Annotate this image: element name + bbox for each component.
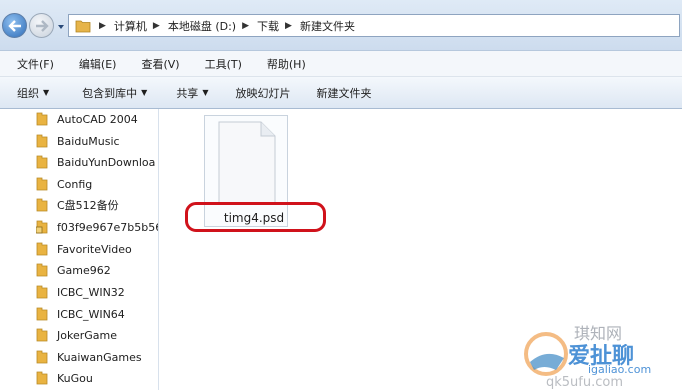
- folder-icon: [36, 198, 48, 212]
- locked-folder-icon: [36, 220, 48, 234]
- tree-item-label: JokerGame: [57, 328, 117, 342]
- folder-icon: [36, 285, 48, 299]
- include-in-library-label: 包含到库中: [82, 86, 138, 100]
- folder-icon: [36, 155, 48, 169]
- folder-icon: [36, 307, 48, 321]
- chevron-right-icon[interactable]: ▶: [153, 21, 160, 31]
- tree-item[interactable]: KuGou: [36, 368, 93, 388]
- share-label: 共享: [176, 86, 199, 100]
- tree-item[interactable]: FavoriteVideo: [36, 239, 132, 259]
- tree-item-label: KuGou: [57, 371, 93, 385]
- folder-icon: [36, 242, 48, 256]
- folder-icon: [36, 328, 48, 342]
- menu-bar: 文件(F) 编辑(E) 查看(V) 工具(T) 帮助(H): [0, 51, 682, 77]
- menu-tools[interactable]: 工具(T): [187, 56, 249, 72]
- share-button[interactable]: 共享 ▼: [147, 85, 208, 101]
- tree-item[interactable]: C盘512备份: [36, 195, 119, 215]
- watermark-url-text: igaliao.com: [588, 363, 652, 376]
- tree-item[interactable]: Config: [36, 174, 92, 194]
- menu-view[interactable]: 查看(V): [123, 56, 186, 72]
- tree-item[interactable]: BaiduMusic: [36, 131, 120, 151]
- tree-item-label: BaiduYunDownloa: [57, 155, 156, 169]
- tree-item-label: ICBC_WIN64: [57, 307, 125, 321]
- tree-item-label: Game962: [57, 263, 111, 277]
- tree-item[interactable]: JokerGame: [36, 325, 117, 345]
- tree-item-label: Config: [57, 177, 93, 191]
- recent-pages-dropdown[interactable]: [56, 22, 66, 32]
- tree-item[interactable]: AutoCAD 2004: [36, 109, 138, 129]
- organize-label: 组织: [17, 86, 39, 100]
- watermark-logo-icon: [524, 332, 568, 376]
- tree-item[interactable]: ICBC_WIN32: [36, 282, 125, 302]
- folder-icon: [36, 112, 48, 126]
- tree-item[interactable]: KuaiwanGames: [36, 347, 142, 367]
- new-folder-button[interactable]: 新建文件夹: [290, 85, 371, 101]
- tree-item[interactable]: Game962: [36, 260, 111, 280]
- organize-button[interactable]: 组织 ▼: [0, 85, 49, 101]
- watermark-site-text: 琪知网: [574, 324, 623, 343]
- breadcrumb-local-disk-d[interactable]: 本地磁盘 (D:): [166, 15, 238, 36]
- slideshow-button[interactable]: 放映幻灯片: [208, 85, 290, 101]
- breadcrumb-computer[interactable]: 计算机: [112, 15, 149, 36]
- folder-icon: [36, 134, 48, 148]
- arrow-left-icon: [7, 19, 21, 32]
- watermark-brand-text: 爱扯聊: [568, 344, 635, 369]
- menu-edit[interactable]: 编辑(E): [61, 56, 124, 72]
- tree-item-label: KuaiwanGames: [57, 350, 142, 364]
- tree-item-label: AutoCAD 2004: [57, 112, 138, 126]
- folder-icon: [36, 371, 48, 385]
- chevron-right-icon[interactable]: ▶: [99, 21, 106, 31]
- tree-item[interactable]: f03f9e967e7b5b56: [36, 217, 159, 237]
- command-bar: 组织 ▼ 包含到库中 ▼ 共享 ▼ 放映幻灯片 新建文件夹: [0, 77, 682, 109]
- include-in-library-button[interactable]: 包含到库中 ▼: [49, 85, 147, 101]
- back-button[interactable]: [2, 13, 27, 38]
- navigation-pane[interactable]: AutoCAD 2004 BaiduMusic BaiduYunDownloa …: [0, 109, 159, 390]
- tree-item-label: C盘512备份: [57, 199, 119, 212]
- tree-item[interactable]: BaiduYunDownloa: [36, 152, 155, 172]
- menu-help[interactable]: 帮助(H): [249, 56, 313, 72]
- tree-item-label: BaiduMusic: [57, 134, 120, 148]
- tree-item-label: ICBC_WIN32: [57, 285, 125, 299]
- file-list-pane[interactable]: timg4.psd 琪知网 爱扯聊 igaliao.com qk5ufu.com: [159, 109, 682, 390]
- address-bar[interactable]: ▶ 计算机 ▶ 本地磁盘 (D:) ▶ 下载 ▶ 新建文件夹: [68, 14, 680, 37]
- tree-item-label: FavoriteVideo: [57, 242, 132, 256]
- address-toolbar: ▶ 计算机 ▶ 本地磁盘 (D:) ▶ 下载 ▶ 新建文件夹: [0, 0, 682, 51]
- folder-icon: [36, 350, 48, 364]
- chevron-right-icon[interactable]: ▶: [242, 21, 249, 31]
- watermark-url2-text: qk5ufu.com: [546, 375, 624, 390]
- folder-icon: [36, 263, 48, 277]
- forward-button[interactable]: [29, 13, 54, 38]
- chevron-right-icon[interactable]: ▶: [285, 21, 292, 31]
- tree-item-label: f03f9e967e7b5b56: [57, 220, 159, 234]
- highlight-annotation: [185, 202, 326, 232]
- breadcrumb-new-folder[interactable]: 新建文件夹: [298, 15, 357, 36]
- menu-file[interactable]: 文件(F): [0, 56, 61, 72]
- folder-icon: [36, 177, 48, 191]
- folder-icon: [75, 20, 91, 32]
- tree-item[interactable]: ICBC_WIN64: [36, 304, 125, 324]
- breadcrumb-downloads[interactable]: 下载: [255, 15, 281, 36]
- arrow-right-icon: [35, 19, 49, 32]
- watermark: 琪知网 爱扯聊 igaliao.com qk5ufu.com: [512, 312, 682, 390]
